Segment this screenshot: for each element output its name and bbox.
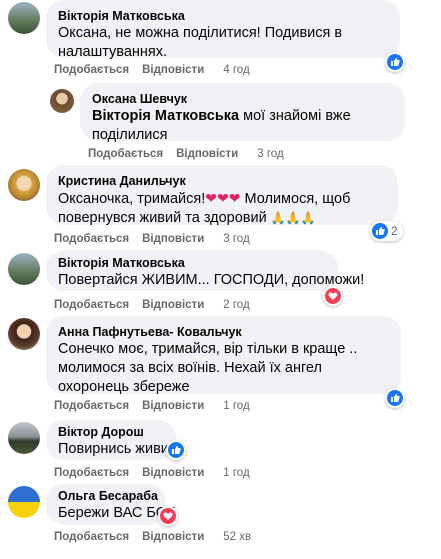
comment-bubble: Вікторія Матковська Повертайся ЖИВИМ... … bbox=[46, 250, 365, 291]
like-button[interactable]: Подобається bbox=[54, 298, 129, 312]
comment-author[interactable]: Анна Пафнутьева- Ковальчук bbox=[58, 324, 389, 340]
comment-6: Віктор Дорош Повирнись живим Подобається… bbox=[0, 420, 441, 482]
comment-7: Ольга Бесараба Бережи ВАС БОГ Подобаєтьс… bbox=[0, 484, 441, 546]
reaction-badge[interactable] bbox=[166, 440, 186, 460]
like-icon bbox=[387, 390, 403, 406]
reaction-badge[interactable] bbox=[385, 388, 405, 408]
love-icon bbox=[325, 288, 341, 304]
reply-button[interactable]: Відповісти bbox=[142, 399, 204, 413]
heart-emoji-icon: ❤❤❤ bbox=[205, 190, 241, 206]
comment-actions: Подобається Відповісти 4 год bbox=[54, 63, 263, 77]
reply-button[interactable]: Відповісти bbox=[142, 232, 204, 246]
timestamp[interactable]: 1 год bbox=[223, 399, 249, 413]
comment-text: Бережи ВАС БОГ bbox=[58, 505, 175, 521]
comment-text: Повертайся ЖИВИМ... ГОСПОДИ, допоможи! bbox=[58, 272, 365, 288]
comment-text: Оксаночка, тримайся!❤❤❤ Молимося, щоб по… bbox=[58, 189, 386, 228]
comment-2-reply: Оксана Шевчук Вікторія Матковська мої зн… bbox=[0, 83, 441, 163]
reply-button[interactable]: Відповісти bbox=[142, 298, 204, 312]
reply-button[interactable]: Відповісти bbox=[176, 147, 238, 161]
comment-actions: Подобається Відповісти 52 хв bbox=[54, 530, 264, 544]
reply-button[interactable]: Відповісти bbox=[142, 63, 204, 77]
timestamp[interactable]: 4 год bbox=[223, 63, 249, 77]
comment-bubble: Ольга Бесараба Бережи ВАС БОГ bbox=[46, 484, 175, 525]
comment-text: Оксана, не можна поділитися! Подивися в … bbox=[58, 25, 343, 60]
avatar[interactable] bbox=[8, 486, 40, 518]
timestamp[interactable]: 1 год bbox=[223, 466, 249, 480]
comment-bubble: Оксана Шевчук Вікторія Матковська мої зн… bbox=[80, 83, 405, 143]
comment-actions: Подобається Відповісти 2 год bbox=[54, 298, 263, 312]
like-button[interactable]: Подобається bbox=[88, 147, 163, 161]
timestamp[interactable]: 3 год bbox=[223, 232, 249, 246]
like-icon bbox=[387, 54, 403, 70]
timestamp[interactable]: 2 год bbox=[223, 298, 249, 312]
timestamp[interactable]: 3 год bbox=[257, 147, 283, 161]
avatar[interactable] bbox=[8, 2, 40, 34]
comment-5: Анна Пафнутьева- Ковальчук Сонечко моє, … bbox=[0, 316, 441, 416]
like-button[interactable]: Подобається bbox=[54, 530, 129, 544]
avatar[interactable] bbox=[8, 253, 40, 285]
praying-hands-emoji-icon: 🙏🙏🙏 bbox=[270, 211, 316, 225]
comment-author[interactable]: Вікторія Матковська bbox=[58, 8, 388, 24]
like-button[interactable]: Подобається bbox=[54, 232, 129, 246]
timestamp[interactable]: 52 хв bbox=[223, 530, 251, 544]
avatar[interactable] bbox=[8, 422, 40, 454]
comment-4: Вікторія Матковська Повертайся ЖИВИМ... … bbox=[0, 250, 441, 314]
comment-actions: Подобається Відповісти 3 год bbox=[54, 232, 263, 246]
reaction-badge[interactable] bbox=[385, 52, 405, 72]
like-button[interactable]: Подобається bbox=[54, 466, 129, 480]
like-button[interactable]: Подобається bbox=[54, 399, 129, 413]
reaction-badge[interactable] bbox=[323, 286, 343, 306]
comment-bubble: Віктор Дорош Повирнись живим bbox=[46, 420, 179, 460]
comment-text: Повирнись живим bbox=[58, 441, 179, 457]
comment-author[interactable]: Вікторія Матковська bbox=[58, 255, 326, 271]
comment-author[interactable]: Ольга Бесараба bbox=[58, 488, 158, 504]
mention-link[interactable]: Вікторія Матковська bbox=[92, 108, 239, 124]
love-icon bbox=[160, 508, 176, 524]
like-button[interactable]: Подобається bbox=[54, 63, 129, 77]
reaction-badge[interactable]: 2 bbox=[370, 221, 403, 241]
comment-actions: Подобається Відповісти 1 год bbox=[54, 466, 263, 480]
comment-bubble: Анна Пафнутьева- Ковальчук Сонечко моє, … bbox=[46, 316, 401, 395]
comment-author[interactable]: Оксана Шевчук bbox=[92, 91, 393, 107]
reaction-count: 2 bbox=[391, 224, 398, 238]
comment-author[interactable]: Кристина Данильчук bbox=[58, 173, 386, 189]
like-icon bbox=[372, 223, 388, 239]
comment-actions: Подобається Відповісти 3 год bbox=[88, 147, 297, 161]
comment-text-part: Оксаночка, тримайся! bbox=[58, 191, 206, 207]
avatar[interactable] bbox=[8, 318, 40, 350]
comment-text: Сонечко моє, тримайся, вір тільки в кращ… bbox=[58, 341, 358, 395]
reply-button[interactable]: Відповісти bbox=[142, 466, 204, 480]
avatar[interactable] bbox=[50, 89, 74, 113]
comment-bubble: Вікторія Матковська Оксана, не можна под… bbox=[46, 0, 400, 60]
comment-1: Вікторія Матковська Оксана, не можна под… bbox=[0, 0, 441, 80]
comment-actions: Подобається Відповісти 1 год bbox=[54, 399, 263, 413]
reaction-badge[interactable] bbox=[158, 506, 178, 526]
comment-bubble: Кристина Данильчук Оксаночка, тримайся!❤… bbox=[46, 165, 398, 228]
like-icon bbox=[168, 442, 184, 458]
comment-text: Вікторія Матковська мої знайомі вже поді… bbox=[92, 107, 393, 145]
avatar[interactable] bbox=[8, 169, 40, 201]
comment-author[interactable]: Віктор Дорош bbox=[58, 424, 164, 440]
comment-3: Кристина Данильчук Оксаночка, тримайся!❤… bbox=[0, 165, 441, 245]
reply-button[interactable]: Відповісти bbox=[142, 530, 204, 544]
